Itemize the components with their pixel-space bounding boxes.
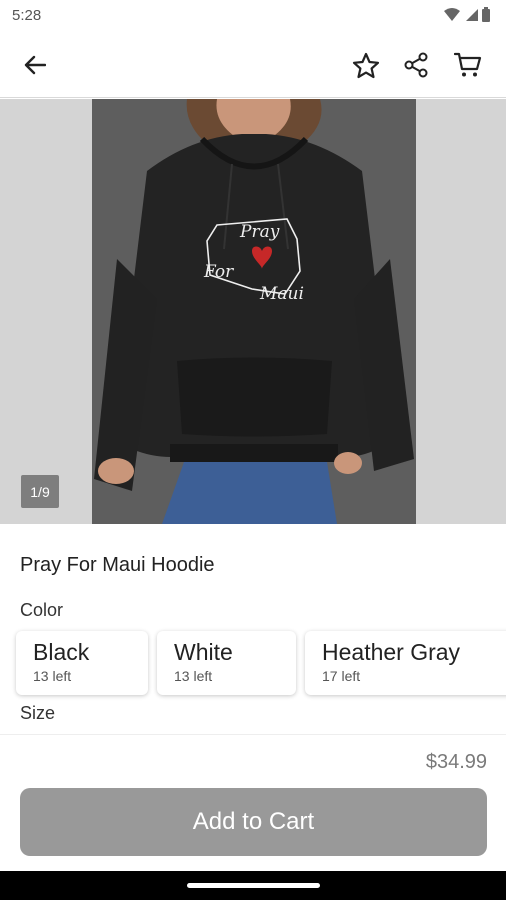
size-label: Size <box>20 703 56 723</box>
arrow-left-icon <box>24 55 46 75</box>
system-navigation-bar <box>0 871 506 900</box>
product-price: $34.99 <box>425 751 487 773</box>
favorite-button[interactable] <box>346 45 386 85</box>
product-title: Pray For Maui Hoodie <box>20 554 215 576</box>
hoodie-illustration: Pray For Maui <box>92 99 416 524</box>
print-text-for: For <box>203 262 234 282</box>
variant-name: Black <box>33 639 90 665</box>
add-to-cart-button[interactable]: Add to Cart <box>20 788 487 856</box>
variant-stock: 13 left <box>33 668 72 684</box>
variant-stock: 17 left <box>322 668 361 684</box>
product-options-sheet: Pray For Maui Hoodie Color Black 13 left… <box>0 524 506 734</box>
battery-icon <box>482 7 490 22</box>
variant-name: Heather Gray <box>322 639 461 665</box>
print-text-maui: Maui <box>259 284 304 304</box>
product-image-gallery[interactable]: Pray For Maui 1/9 <box>0 99 506 524</box>
cart-button[interactable] <box>448 45 488 85</box>
status-icons <box>444 7 490 22</box>
cart-icon <box>454 52 482 77</box>
share-icon <box>404 52 428 78</box>
purchase-footer: $34.99 Add to Cart <box>0 734 506 871</box>
product-photo: Pray For Maui <box>92 99 416 524</box>
color-option-black[interactable]: Black 13 left <box>16 631 148 695</box>
color-option-white[interactable]: White 13 left <box>157 631 296 695</box>
top-app-bar <box>0 32 506 98</box>
image-counter-badge: 1/9 <box>21 475 59 508</box>
variant-stock: 13 left <box>174 668 213 684</box>
variant-name: White <box>174 639 233 665</box>
share-button[interactable] <box>396 45 436 85</box>
status-bar: 5:28 <box>0 0 506 32</box>
color-option-heather-gray[interactable]: Heather Gray 17 left <box>305 631 506 695</box>
print-text-pray: Pray <box>239 222 280 242</box>
color-options: Black 13 left White 13 left Heather Gray… <box>16 631 506 695</box>
back-button[interactable] <box>15 45 55 85</box>
signal-icon <box>466 8 478 21</box>
home-gesture-handle[interactable] <box>187 883 320 888</box>
status-time: 5:28 <box>12 7 42 24</box>
star-icon <box>352 52 380 78</box>
color-label: Color <box>20 600 64 620</box>
wifi-icon <box>444 7 460 21</box>
